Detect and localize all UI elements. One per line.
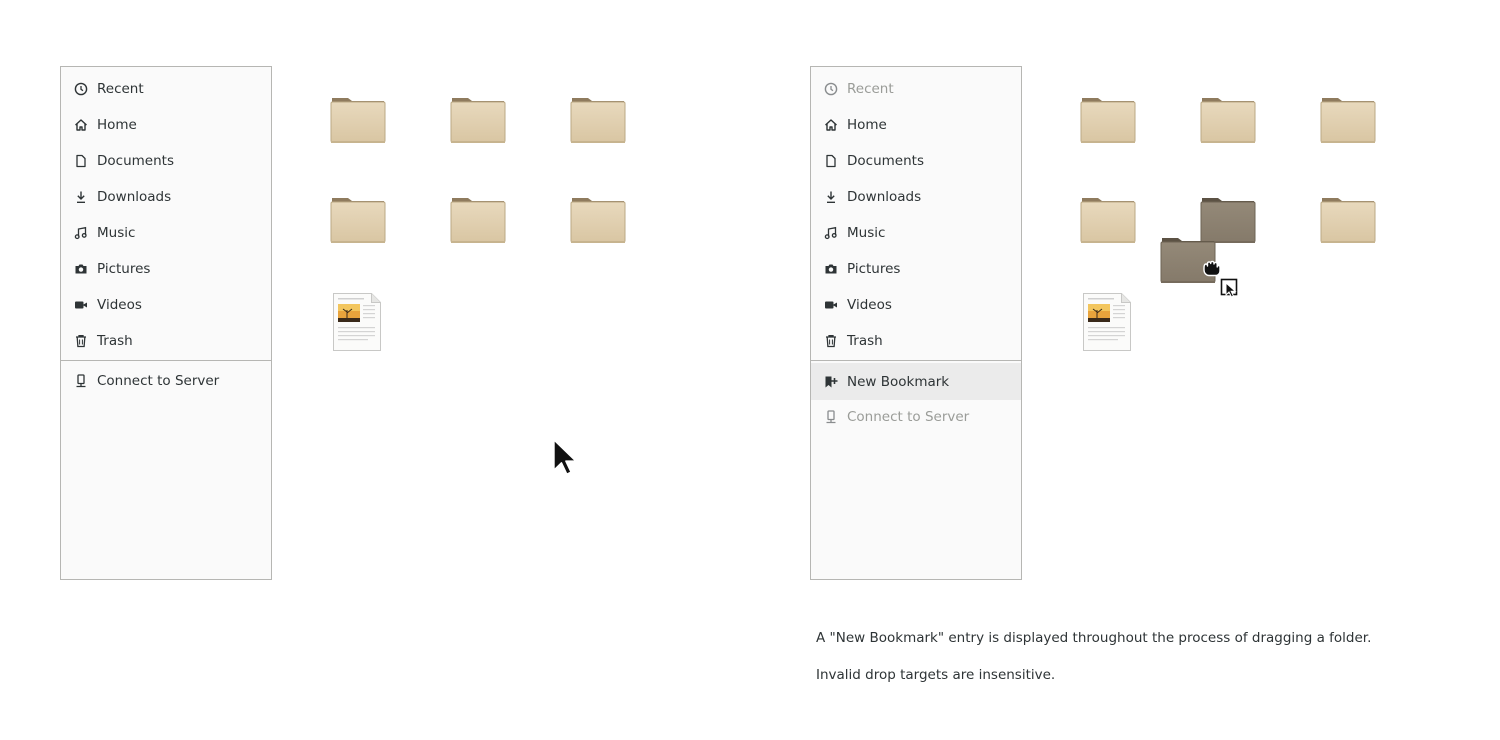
sidebar-item-label: Videos	[847, 297, 892, 313]
sidebar-item-recent[interactable]: Recent	[61, 71, 271, 107]
trash-icon	[74, 334, 88, 348]
folder-icon[interactable]	[1320, 95, 1376, 145]
sidebar-item-label: Pictures	[847, 261, 901, 277]
folder-icon[interactable]	[330, 95, 386, 145]
sidebar-item-label: Connect to Server	[847, 409, 970, 425]
sidebar-item-videos[interactable]: Videos	[811, 287, 1021, 323]
sidebar-separator	[811, 360, 1021, 361]
sidebar-item-label: Downloads	[97, 189, 172, 205]
drag-link-cursor-icon	[1220, 278, 1238, 298]
document-icon	[824, 154, 838, 168]
sidebar-item-label: Trash	[847, 333, 883, 349]
sidebar-item-documents[interactable]: Documents	[811, 143, 1021, 179]
sidebar-left: Recent Home Documents Downloads Music Pi…	[60, 66, 272, 580]
video-icon	[74, 298, 88, 312]
sidebar-item-label: New Bookmark	[847, 373, 950, 390]
home-icon	[74, 118, 88, 132]
folder-icon[interactable]	[330, 195, 386, 245]
sidebar-item-connect-to-server: Connect to Server	[811, 399, 1021, 435]
bookmark-new-icon	[824, 375, 838, 389]
sidebar-item-label: Downloads	[847, 189, 922, 205]
sidebar-item-pictures[interactable]: Pictures	[61, 251, 271, 287]
server-icon	[824, 410, 838, 424]
folder-icon[interactable]	[450, 195, 506, 245]
sidebar-item-label: Documents	[97, 153, 174, 169]
sidebar-item-pictures[interactable]: Pictures	[811, 251, 1021, 287]
sidebar-item-trash[interactable]: Trash	[811, 323, 1021, 359]
sidebar-item-label: Music	[847, 225, 886, 241]
sidebar-item-downloads[interactable]: Downloads	[811, 179, 1021, 215]
sidebar-item-label: Home	[847, 117, 887, 133]
sidebar-item-recent: Recent	[811, 71, 1021, 107]
image-document-icon[interactable]	[1082, 292, 1132, 352]
sidebar-item-downloads[interactable]: Downloads	[61, 179, 271, 215]
server-icon	[74, 374, 88, 388]
image-document-icon[interactable]	[332, 292, 382, 352]
camera-icon	[74, 262, 88, 276]
sidebar-item-label: Music	[97, 225, 136, 241]
sidebar-item-label: Videos	[97, 297, 142, 313]
video-icon	[824, 298, 838, 312]
folder-icon[interactable]	[570, 195, 626, 245]
download-icon	[824, 190, 838, 204]
home-icon	[824, 118, 838, 132]
caption-line-1: A "New Bookmark" entry is displayed thro…	[816, 630, 1372, 646]
folder-icon[interactable]	[1200, 95, 1256, 145]
folder-icon[interactable]	[1080, 195, 1136, 245]
caption-line-2: Invalid drop targets are insensitive.	[816, 667, 1056, 683]
folder-icon[interactable]	[450, 95, 506, 145]
music-icon	[74, 226, 88, 240]
camera-icon	[824, 262, 838, 276]
sidebar-item-home[interactable]: Home	[811, 107, 1021, 143]
clock-icon	[824, 82, 838, 96]
sidebar-item-music[interactable]: Music	[811, 215, 1021, 251]
sidebar-item-label: Connect to Server	[97, 373, 220, 389]
sidebar-item-connect-to-server[interactable]: Connect to Server	[61, 363, 271, 399]
sidebar-item-videos[interactable]: Videos	[61, 287, 271, 323]
folder-icon[interactable]	[1080, 95, 1136, 145]
folder-icon[interactable]	[1320, 195, 1376, 245]
document-icon	[74, 154, 88, 168]
clock-icon	[74, 82, 88, 96]
grab-hand-icon	[1203, 260, 1221, 277]
sidebar-item-label: Documents	[847, 153, 924, 169]
sidebar-separator	[61, 360, 271, 361]
sidebar-item-new-bookmark[interactable]: New Bookmark	[811, 363, 1021, 400]
sidebar-item-home[interactable]: Home	[61, 107, 271, 143]
sidebar-item-label: Recent	[97, 81, 144, 97]
sidebar-item-trash[interactable]: Trash	[61, 323, 271, 359]
sidebar-right: Recent Home Documents Downloads Music Pi…	[810, 66, 1022, 580]
sidebar-item-label: Pictures	[97, 261, 151, 277]
sidebar-item-label: Recent	[847, 81, 894, 97]
download-icon	[74, 190, 88, 204]
trash-icon	[824, 334, 838, 348]
folder-icon[interactable]	[570, 95, 626, 145]
music-icon	[824, 226, 838, 240]
sidebar-item-label: Trash	[97, 333, 133, 349]
sidebar-item-label: Home	[97, 117, 137, 133]
sidebar-item-documents[interactable]: Documents	[61, 143, 271, 179]
sidebar-item-music[interactable]: Music	[61, 215, 271, 251]
mouse-pointer-icon	[553, 439, 577, 475]
